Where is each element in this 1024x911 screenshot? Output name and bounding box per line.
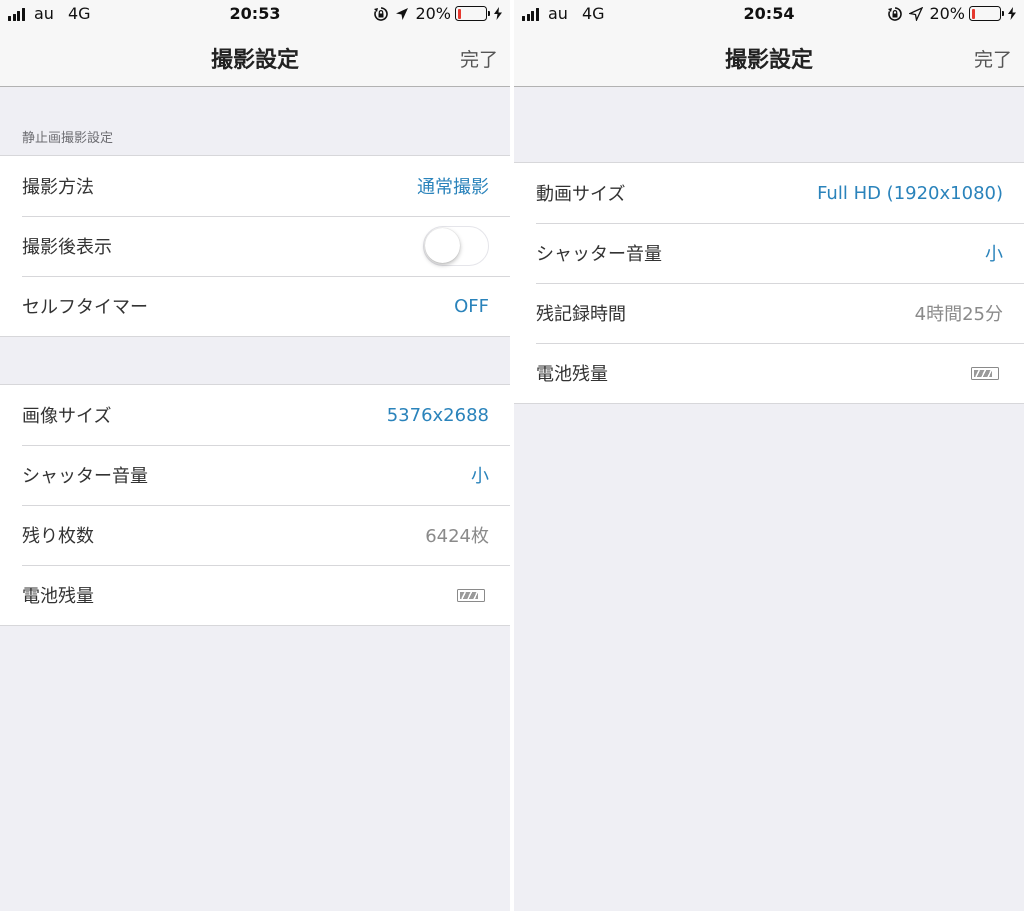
camera-battery-fill xyxy=(974,369,992,377)
orientation-lock-icon xyxy=(887,6,903,22)
orientation-lock-icon xyxy=(373,6,389,22)
nav-bar: 撮影設定 完了 xyxy=(0,28,510,87)
row-self-timer[interactable]: セルフタイマー OFF xyxy=(0,276,510,336)
row-remaining-time: 残記録時間 4時間25分 xyxy=(514,283,1024,343)
row-image-size[interactable]: 画像サイズ 5376x2688 xyxy=(0,385,510,445)
camera-battery-icon xyxy=(971,366,1003,380)
status-bar: au 4G 20:53 20% xyxy=(0,0,510,28)
row-label: セルフタイマー xyxy=(22,297,148,318)
row-label: 撮影方法 xyxy=(22,177,94,198)
row-label: 電池残量 xyxy=(536,364,608,385)
image-size-value[interactable]: 5376x2688 xyxy=(387,405,489,426)
row-battery: 電池残量 xyxy=(514,343,1024,403)
phone-battery-icon xyxy=(455,6,490,21)
shutter-volume-value[interactable]: 小 xyxy=(471,462,489,488)
row-shutter-volume[interactable]: シャッター音量 小 xyxy=(514,223,1024,283)
video-settings-group: 動画サイズ Full HD (1920x1080) シャッター音量 小 残記録時… xyxy=(514,162,1024,404)
camera-battery-fill xyxy=(460,591,478,599)
remaining-time-value: 4時間25分 xyxy=(914,304,1003,325)
nav-bar: 撮影設定 完了 xyxy=(514,28,1024,87)
battery-percent: 20% xyxy=(929,4,965,23)
battery-percent: 20% xyxy=(415,4,451,23)
page-title: 撮影設定 xyxy=(210,48,299,73)
status-right: 20% xyxy=(881,4,1016,23)
row-battery: 電池残量 xyxy=(0,565,510,625)
row-label: 電池残量 xyxy=(22,586,94,607)
phone-battery-fill xyxy=(457,8,461,19)
remaining-shots-value: 6424枚 xyxy=(425,526,489,547)
row-remaining-shots: 残り枚数 6424枚 xyxy=(0,505,510,565)
charging-bolt-icon xyxy=(494,7,502,20)
image-settings-group: 画像サイズ 5376x2688 シャッター音量 小 残り枚数 6424枚 電池残… xyxy=(0,384,510,626)
row-shutter-volume[interactable]: シャッター音量 小 xyxy=(0,445,510,505)
row-label: シャッター音量 xyxy=(22,466,148,487)
post-display-toggle[interactable] xyxy=(423,226,489,266)
phone-battery-icon xyxy=(969,6,1004,21)
row-label: 残記録時間 xyxy=(536,304,626,325)
row-post-display: 撮影後表示 xyxy=(0,216,510,276)
location-arrow-icon xyxy=(909,6,924,21)
section-header-still: 静止画撮影設定 xyxy=(22,131,114,146)
camera-battery-icon xyxy=(457,588,489,602)
row-label: 撮影後表示 xyxy=(22,237,112,258)
toggle-knob xyxy=(425,228,460,263)
page-title: 撮影設定 xyxy=(724,48,813,73)
self-timer-value[interactable]: OFF xyxy=(454,296,489,317)
row-label: 画像サイズ xyxy=(22,406,112,427)
shoot-method-value[interactable]: 通常撮影 xyxy=(417,173,489,199)
shutter-volume-value[interactable]: 小 xyxy=(985,240,1003,266)
row-shoot-method[interactable]: 撮影方法 通常撮影 xyxy=(0,156,510,216)
row-label: シャッター音量 xyxy=(536,244,662,265)
phone-battery-fill xyxy=(971,8,975,19)
left-screen: au 4G 20:53 20% 撮影設定 完了 静止画撮影設定 撮影方法 通常撮… xyxy=(0,0,510,911)
location-arrow-icon xyxy=(395,7,409,21)
row-label: 残り枚数 xyxy=(22,526,94,547)
done-button[interactable]: 完了 xyxy=(460,45,498,72)
right-screen: au 4G 20:54 20% 撮影設定 完了 動画サイズ Full HD (1… xyxy=(514,0,1024,911)
status-right: 20% xyxy=(367,4,502,23)
video-size-value[interactable]: Full HD (1920x1080) xyxy=(817,183,1003,204)
charging-bolt-icon xyxy=(1008,7,1016,20)
row-video-size[interactable]: 動画サイズ Full HD (1920x1080) xyxy=(514,163,1024,223)
row-label: 動画サイズ xyxy=(536,184,626,205)
status-bar: au 4G 20:54 20% xyxy=(514,0,1024,28)
done-button[interactable]: 完了 xyxy=(974,45,1012,72)
still-settings-group: 撮影方法 通常撮影 撮影後表示 セルフタイマー OFF xyxy=(0,155,510,337)
